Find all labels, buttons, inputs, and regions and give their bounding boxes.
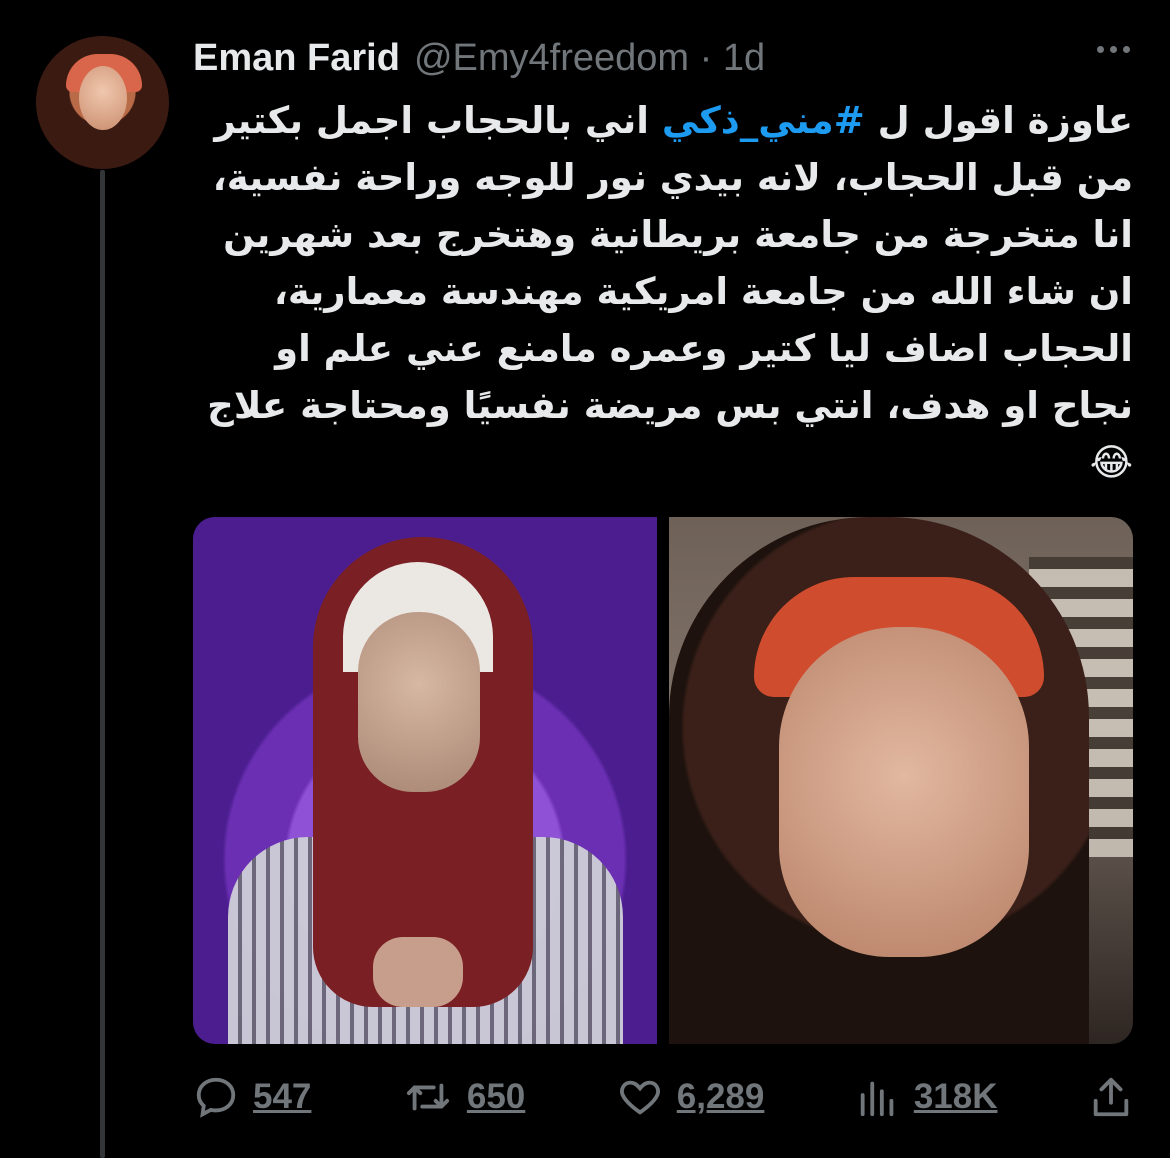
share-button[interactable]: [1089, 1074, 1133, 1120]
hashtag-link[interactable]: #مني_ذكي: [662, 99, 865, 142]
tweet-actions-bar: 547 650 6,289 318K: [193, 1070, 1133, 1124]
avatar[interactable]: [36, 36, 169, 169]
retweet-count: 650: [466, 1077, 526, 1116]
view-count: 318K: [913, 1077, 998, 1116]
photo-face: [779, 627, 1029, 957]
photo-woman-in-hijab[interactable]: [193, 517, 657, 1044]
photo-hand: [373, 937, 463, 1007]
photo-woman-headscarf[interactable]: [669, 517, 1133, 1044]
reply-bubble-icon: [193, 1074, 239, 1120]
bar-chart-icon: [856, 1074, 900, 1120]
avatar-face: [79, 66, 127, 130]
retweet-arrows-icon: [403, 1074, 453, 1120]
handle-and-time[interactable]: @Emy4freedom · 1d: [414, 37, 765, 80]
share-upload-icon: [1089, 1074, 1133, 1120]
retweet-button[interactable]: 650: [403, 1074, 525, 1120]
display-name[interactable]: Eman Farid: [193, 37, 400, 80]
photo-face: [358, 612, 480, 792]
more-dots-icon[interactable]: [1097, 46, 1130, 53]
thread-connector-line: [100, 170, 105, 1158]
views-button[interactable]: 318K: [856, 1074, 998, 1120]
tweet-text-rest: اني بالحجاب اجمل بكتير من قبل الحجاب، لا…: [207, 99, 1133, 484]
reply-count: 547: [253, 1077, 312, 1116]
tweet-text: عاوزة اقول ل #مني_ذكي اني بالحجاب اجمل ب…: [193, 92, 1133, 491]
reply-button[interactable]: 547: [193, 1074, 311, 1120]
media-attachments[interactable]: [193, 517, 1133, 1044]
tweet-header: Eman Farid @Emy4freedom · 1d: [193, 36, 765, 80]
tweet-text-start: عاوزة اقول ل: [864, 99, 1133, 142]
heart-icon: [617, 1074, 663, 1120]
like-count: 6,289: [676, 1077, 765, 1116]
like-button[interactable]: 6,289: [617, 1074, 765, 1120]
